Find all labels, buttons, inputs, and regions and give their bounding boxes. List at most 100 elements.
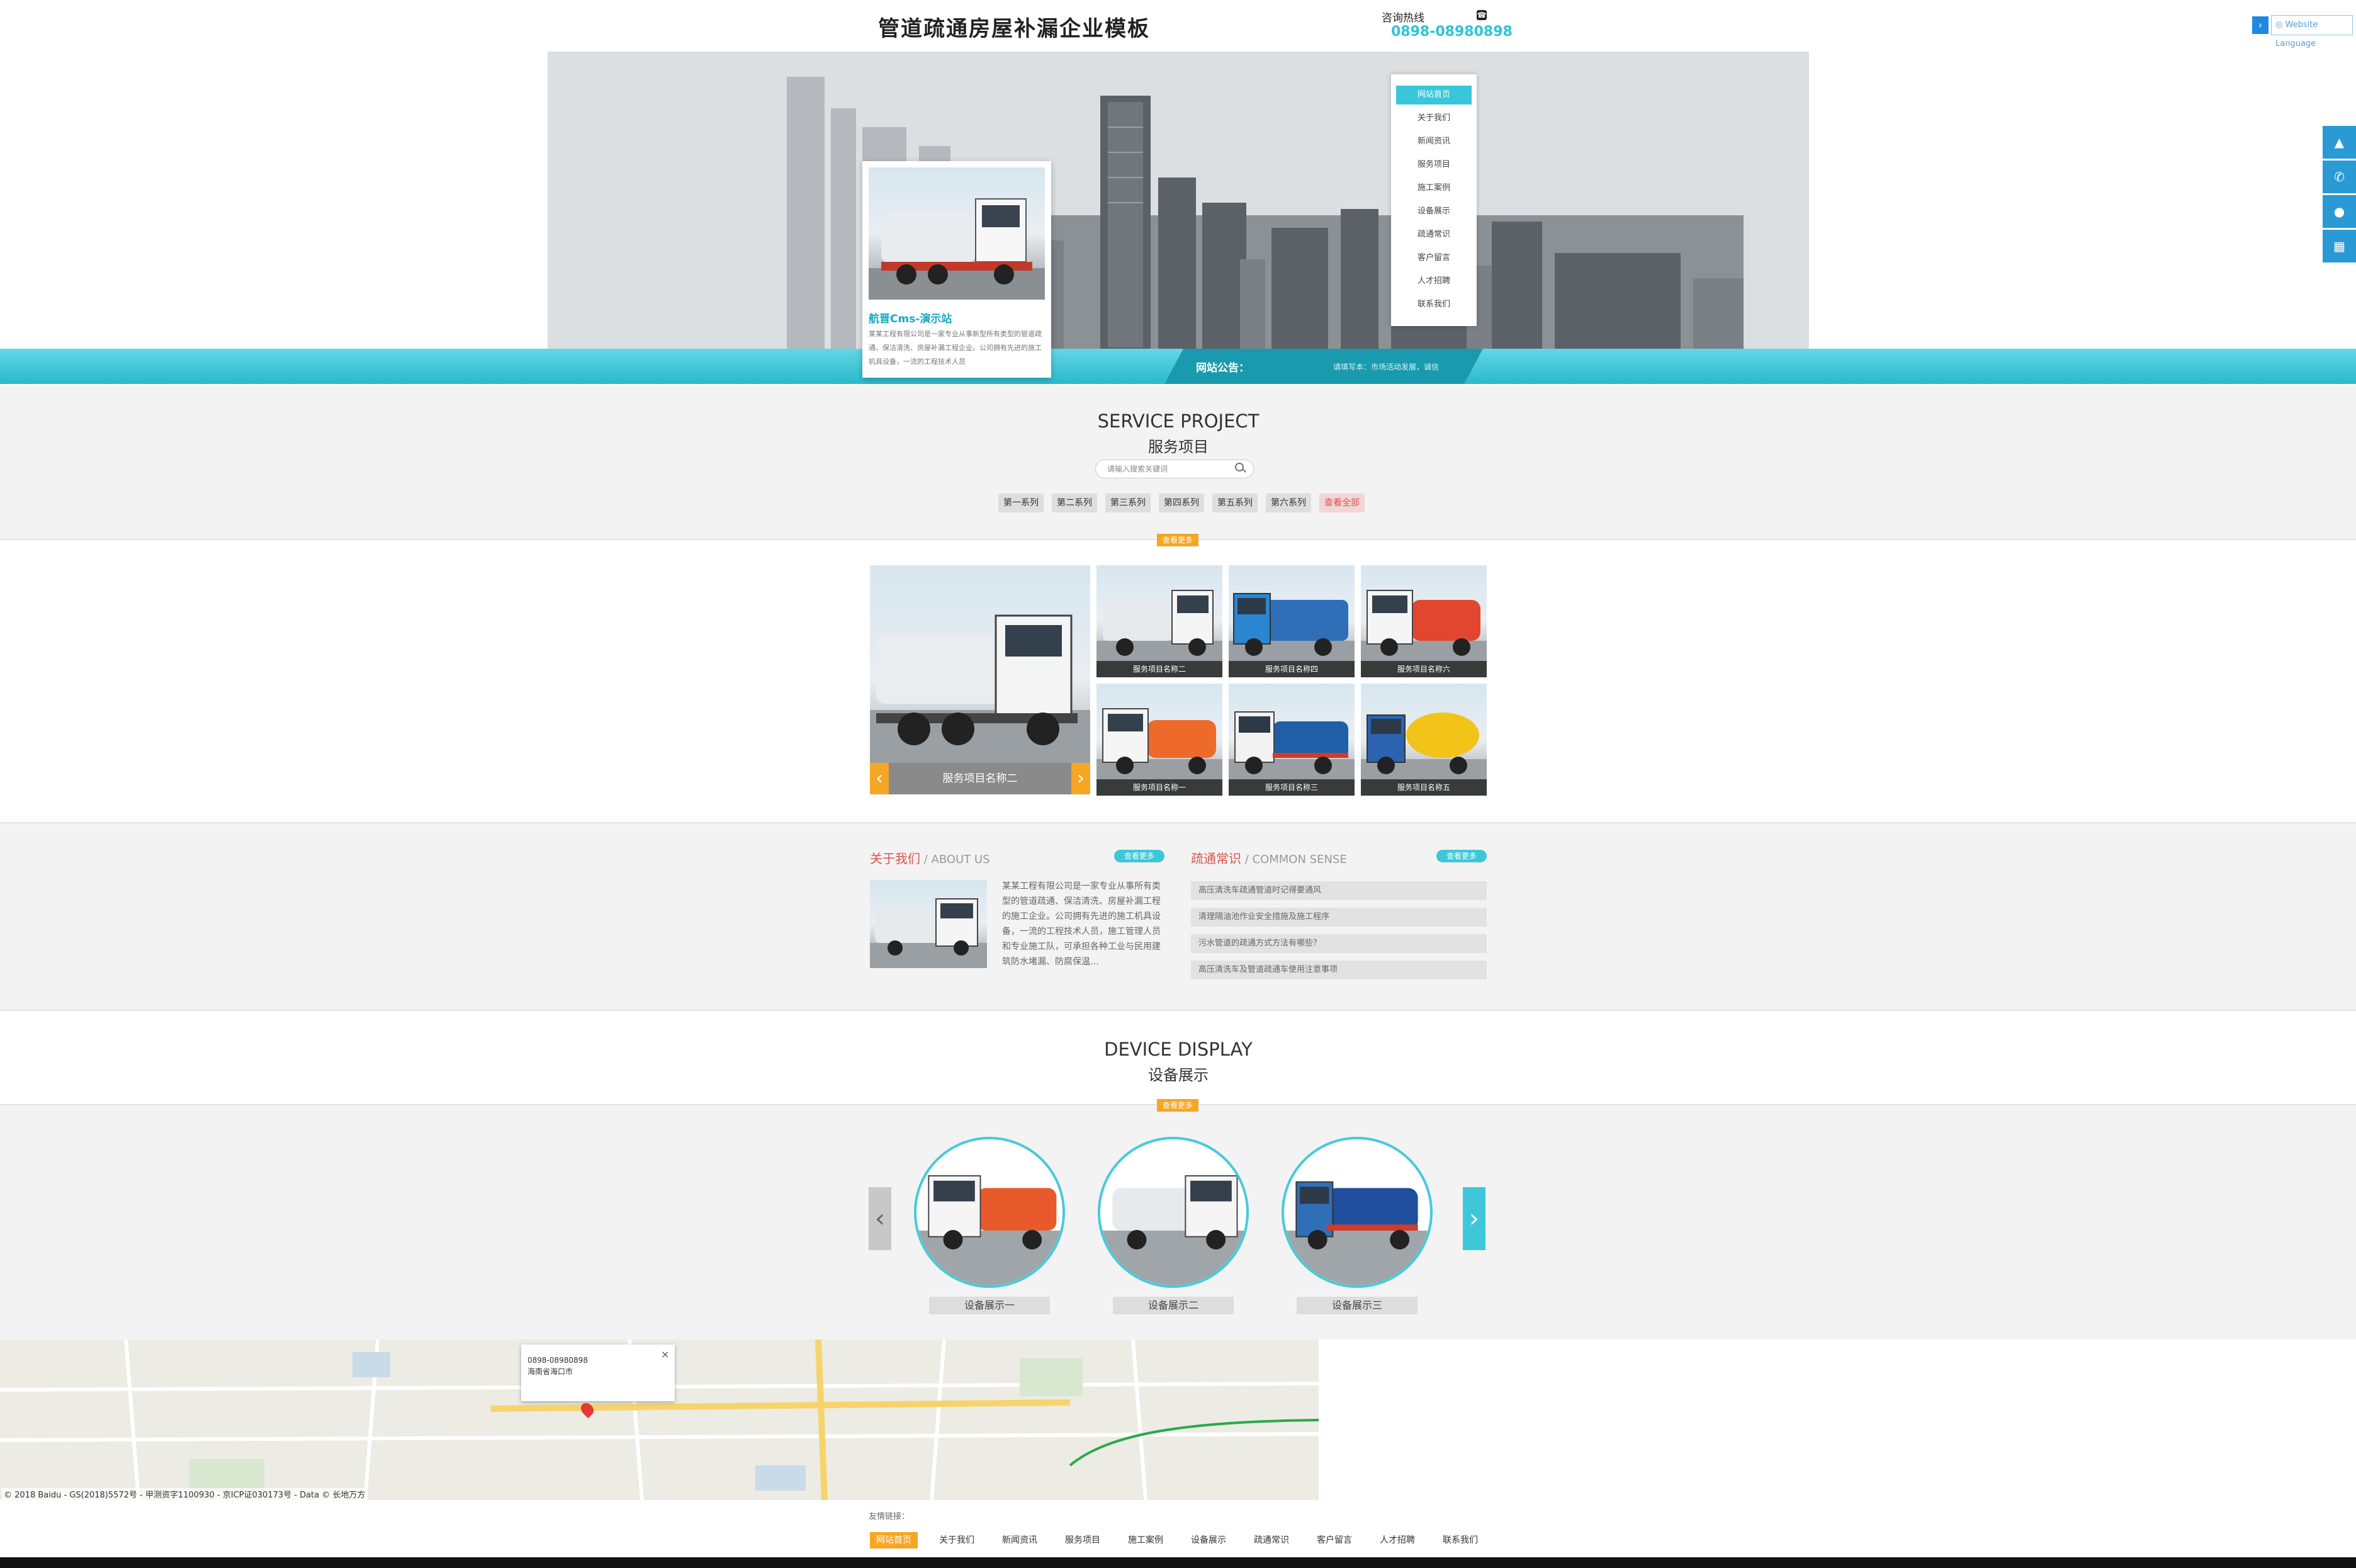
main-nav: 网站首页 关于我们 新闻资讯 服务项目 施工案例 设备展示 疏通常识 客户留言 … xyxy=(1391,74,1477,326)
truck-image xyxy=(916,1175,1062,1285)
service-thumb[interactable]: 服务项目名称四 xyxy=(1229,565,1355,677)
thumb-caption: 服务项目名称二 xyxy=(1096,661,1222,677)
tab-series-6[interactable]: 第六系列 xyxy=(1266,494,1311,512)
common-sense-title-cn: 疏通常识 xyxy=(1191,851,1241,866)
tab-series-5[interactable]: 第五系列 xyxy=(1212,494,1258,512)
tab-view-all[interactable]: 查看全部 xyxy=(1319,494,1365,512)
chevron-right-icon[interactable]: › xyxy=(2252,16,2269,34)
device-item[interactable] xyxy=(1282,1137,1433,1288)
truck-image xyxy=(870,614,1090,794)
search-icon[interactable] xyxy=(1235,463,1244,471)
footer-nav-cases[interactable]: 施工案例 xyxy=(1122,1532,1170,1548)
device-title-cn: 设备展示 xyxy=(1148,1066,1209,1084)
chevron-right-icon[interactable]: › xyxy=(1071,763,1090,794)
common-sense-title-en: / COMMON SENSE xyxy=(1241,853,1347,866)
thumb-caption: 服务项目名称三 xyxy=(1229,779,1355,796)
common-sense-title[interactable]: 疏通常识 / COMMON SENSE xyxy=(1191,849,1347,867)
chevron-left-icon[interactable]: ‹ xyxy=(870,763,889,794)
site-title[interactable]: 管道疏通房屋补漏企业模板 xyxy=(878,11,1150,42)
thumb-caption: 服务项目名称一 xyxy=(1096,779,1222,796)
qq-icon[interactable]: ● xyxy=(2323,195,2356,228)
nav-item-knowledge[interactable]: 疏通常识 xyxy=(1396,225,1472,244)
bottom-bar xyxy=(0,1557,2356,1568)
nav-item-messages[interactable]: 客户留言 xyxy=(1396,249,1472,268)
truck-image xyxy=(869,198,1045,300)
popup-address: 海南省海口市 xyxy=(527,1367,573,1376)
footer-nav-news[interactable]: 新闻资讯 xyxy=(996,1532,1044,1548)
hero-banner xyxy=(548,52,1809,349)
search-input[interactable]: 请输入搜索关键词 xyxy=(1095,460,1254,478)
notice-label: 网站公告： xyxy=(1196,362,1249,375)
phone-icon[interactable]: ✆ xyxy=(2323,161,2356,193)
about-text: 某某工程有限公司是一家专业从事所有类型的管道疏通、保洁清洗、房屋补漏工程的施工企… xyxy=(1002,881,1161,967)
news-item[interactable]: 高压清洗车及管道疏通车使用注意事项 xyxy=(1191,961,1487,979)
device-more-button[interactable]: 查看更多 xyxy=(1157,1099,1198,1112)
device-item[interactable] xyxy=(914,1137,1065,1288)
notice-text[interactable]: 请填写本：市场活动发展，诚信 xyxy=(1333,361,1439,372)
common-sense-more-button[interactable]: 查看更多 xyxy=(1436,850,1487,862)
device-caption[interactable]: 设备展示二 xyxy=(1113,1297,1234,1314)
hotline-label: 咨询热线 xyxy=(1382,12,1424,25)
service-thumb[interactable]: 服务项目名称二 xyxy=(1096,565,1222,677)
close-icon[interactable]: × xyxy=(661,1348,669,1360)
about-more-button[interactable]: 查看更多 xyxy=(1114,850,1164,862)
hotline-number: 0898-08980898 xyxy=(1391,24,1513,40)
truck-image xyxy=(1284,1181,1430,1285)
service-more-button[interactable]: 查看更多 xyxy=(1157,534,1198,546)
footer-nav-knowledge[interactable]: 疏通常识 xyxy=(1248,1532,1295,1548)
news-item[interactable]: 污水管道的疏通方式方法有哪些？ xyxy=(1191,934,1487,953)
search-placeholder: 请输入搜索关键词 xyxy=(1107,465,1168,473)
tab-series-1[interactable]: 第一系列 xyxy=(998,494,1044,512)
footer-nav-about[interactable]: 关于我们 xyxy=(933,1532,981,1548)
nav-item-home[interactable]: 网站首页 xyxy=(1396,86,1472,104)
rocket-icon[interactable]: ▲ xyxy=(2323,126,2356,159)
service-thumb[interactable]: 服务项目名称一 xyxy=(1096,684,1222,796)
language-button[interactable]: ◎ Website Language xyxy=(2271,15,2353,48)
feature-title[interactable]: 航晋Cms-演示站 xyxy=(869,310,952,325)
footer-nav-jobs[interactable]: 人才招聘 xyxy=(1373,1532,1421,1548)
nav-item-contact[interactable]: 联系我们 xyxy=(1396,295,1472,314)
map-popup: 0898-08980898 海南省海口市 × xyxy=(521,1345,675,1401)
device-caption[interactable]: 设备展示三 xyxy=(1297,1297,1418,1314)
service-thumb[interactable]: 服务项目名称六 xyxy=(1361,565,1487,677)
nav-item-about[interactable]: 关于我们 xyxy=(1396,109,1472,128)
footer-nav-contact[interactable]: 联系我们 xyxy=(1436,1532,1484,1548)
footer-nav-services[interactable]: 服务项目 xyxy=(1059,1532,1107,1548)
chevron-right-icon[interactable]: › xyxy=(1463,1187,1485,1250)
service-thumb[interactable]: 服务项目名称三 xyxy=(1229,684,1355,796)
nav-item-jobs[interactable]: 人才招聘 xyxy=(1396,272,1472,291)
globe-icon: ◎ xyxy=(2275,20,2286,30)
phone-icon: ☎ xyxy=(1477,10,1487,20)
chevron-left-icon[interactable]: ‹ xyxy=(869,1187,891,1250)
service-title-en: SERVICE PROJECT xyxy=(1097,410,1260,432)
nav-item-devices[interactable]: 设备展示 xyxy=(1396,202,1472,221)
feature-truck-image xyxy=(869,167,1045,300)
banner-feature-card[interactable]: 航晋Cms-演示站 某某工程有限公司是一家专业从事新型所有类型的管道疏通、保洁清… xyxy=(862,161,1051,378)
footer-nav-messages[interactable]: 客户留言 xyxy=(1310,1532,1358,1548)
tab-series-2[interactable]: 第二系列 xyxy=(1052,494,1097,512)
nav-item-cases[interactable]: 施工案例 xyxy=(1396,179,1472,198)
device-item[interactable] xyxy=(1098,1137,1249,1288)
footer-nav-home[interactable]: 网站首页 xyxy=(870,1532,918,1548)
featured-caption: 服务项目名称二 xyxy=(870,763,1090,794)
news-item[interactable]: 高压清洗车疏通管道时记得要通风 xyxy=(1191,881,1487,900)
about-title-en: / ABOUT US xyxy=(920,853,990,866)
qrcode-icon[interactable]: ▦ xyxy=(2323,230,2356,262)
nav-item-news[interactable]: 新闻资讯 xyxy=(1396,132,1472,151)
service-thumb[interactable]: 服务项目名称五 xyxy=(1361,684,1487,796)
service-featured[interactable]: 服务项目名称二 ‹ › xyxy=(870,565,1090,794)
about-section-bg xyxy=(0,823,2356,1010)
footer-nav-devices[interactable]: 设备展示 xyxy=(1185,1532,1232,1548)
thumb-caption: 服务项目名称四 xyxy=(1229,661,1355,677)
map-copyright: © 2018 Baidu - GS(2018)5572号 - 甲测资字11009… xyxy=(1,1488,368,1500)
news-item[interactable]: 清理隔油池作业安全措施及施工程序 xyxy=(1191,908,1487,927)
device-title-en: DEVICE DISPLAY xyxy=(1104,1039,1253,1060)
tab-series-3[interactable]: 第三系列 xyxy=(1105,494,1151,512)
about-title-cn: 关于我们 xyxy=(870,851,920,866)
feature-description: 某某工程有限公司是一家专业从事新型所有类型的管道疏通、保洁清洗、房屋补漏工程企业… xyxy=(869,330,1042,366)
about-image xyxy=(870,880,987,968)
nav-item-services[interactable]: 服务项目 xyxy=(1396,155,1472,174)
device-caption[interactable]: 设备展示一 xyxy=(929,1297,1050,1314)
tab-series-4[interactable]: 第四系列 xyxy=(1159,494,1204,512)
about-title[interactable]: 关于我们 / ABOUT US xyxy=(870,849,990,867)
